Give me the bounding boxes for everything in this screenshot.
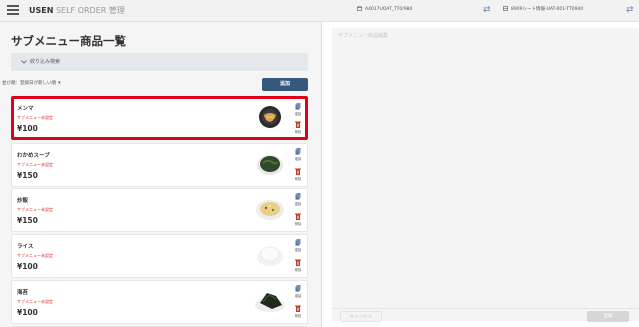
page-title: サブメニュー商品一覧 xyxy=(11,34,126,48)
copy-label: 複製 xyxy=(294,248,302,252)
add-button[interactable]: 追加 xyxy=(262,78,308,91)
rice-dish-image xyxy=(257,246,283,266)
item-status-tag: サブメニュー未設定 xyxy=(17,207,53,212)
list-item[interactable]: わかめスープ サブメニュー未設定 ¥150 複製 削除 xyxy=(11,143,308,187)
copy-action[interactable]: 複製 xyxy=(292,239,304,252)
register-button[interactable]: 登録 xyxy=(587,311,629,322)
copy-label: 複製 xyxy=(294,157,302,161)
delete-label: 削除 xyxy=(294,222,302,226)
swap-arrows-icon[interactable]: ⇄ xyxy=(626,5,634,15)
delete-label: 削除 xyxy=(294,268,302,272)
caret-down-icon: ▾ xyxy=(58,80,61,86)
trash-icon xyxy=(295,305,301,312)
trash-icon xyxy=(295,213,301,220)
item-name: メンマ xyxy=(17,106,34,112)
hamburger-menu-icon[interactable] xyxy=(7,5,19,15)
fried-rice-dish-image xyxy=(256,200,284,220)
copy-icon xyxy=(295,148,301,155)
store-label: A4017UOAT_TT0/980 xyxy=(365,7,413,12)
item-name: 炒飯 xyxy=(17,198,29,204)
copy-icon xyxy=(295,239,301,246)
delete-action[interactable]: 削除 xyxy=(292,121,304,134)
cancel-button[interactable]: キャンセル xyxy=(340,311,382,322)
filter-label-wrap: 絞り込み検索 xyxy=(21,58,60,65)
item-status-tag: サブメニュー未設定 xyxy=(17,299,53,304)
chevron-down-icon xyxy=(21,59,27,64)
trash-icon xyxy=(295,121,301,128)
copy-icon xyxy=(295,193,301,200)
swap-arrows-icon[interactable]: ⇄ xyxy=(483,5,491,15)
copy-action[interactable]: 複製 xyxy=(292,103,304,116)
item-name: 海苔 xyxy=(17,290,29,296)
item-name: ライス xyxy=(17,244,34,250)
seat-selector[interactable]: 8909シート情報-UAT-001-TT0940 xyxy=(503,6,583,14)
sort-value: 登録日が新しい順 xyxy=(20,81,56,86)
brand-bold: USEN xyxy=(29,6,54,15)
copy-action[interactable]: 複製 xyxy=(292,193,304,206)
edit-panel-footer: キャンセル 登録 xyxy=(332,308,639,322)
item-status-tag: サブメニュー未設定 xyxy=(17,115,53,120)
item-price: ¥150 xyxy=(17,216,38,225)
copy-label: 複製 xyxy=(294,112,302,116)
menma-dish-image xyxy=(259,106,281,128)
copy-label: 複製 xyxy=(294,294,302,298)
delete-label: 削除 xyxy=(294,314,302,318)
submenu-edit-panel: サブメニュー商品編集 キャンセル 登録 xyxy=(332,28,639,322)
list-item[interactable]: メンマ サブメニュー未設定 ¥100 複製 削除 xyxy=(11,96,308,140)
delete-label: 削除 xyxy=(294,130,302,134)
app-brand: USEN SELF ORDER 管理 xyxy=(29,5,125,17)
copy-action[interactable]: 複製 xyxy=(292,285,304,298)
item-price: ¥100 xyxy=(17,308,38,317)
brand-rest: SELF ORDER 管理 xyxy=(53,6,125,15)
seat-icon xyxy=(503,6,508,11)
sort-label: 並び順： xyxy=(2,81,20,86)
edit-panel-title: サブメニュー商品編集 xyxy=(338,33,389,39)
wakame-soup-dish-image xyxy=(257,155,283,175)
copy-action[interactable]: 複製 xyxy=(292,148,304,161)
copy-icon xyxy=(295,285,301,292)
sort-dropdown[interactable]: 並び順：登録日が新しい順 ▾ xyxy=(2,80,61,86)
delete-action[interactable]: 削除 xyxy=(292,168,304,181)
store-selector[interactable]: A4017UOAT_TT0/980 xyxy=(356,5,413,14)
trash-icon xyxy=(295,168,301,175)
item-price: ¥150 xyxy=(17,171,38,180)
list-item[interactable]: 炒飯 サブメニュー未設定 ¥150 複製 削除 xyxy=(11,188,308,232)
nori-dish-image xyxy=(255,293,285,312)
filter-accordion[interactable]: 絞り込み検索 xyxy=(11,53,308,71)
item-status-tag: サブメニュー未設定 xyxy=(17,162,53,167)
store-icon xyxy=(356,5,363,11)
delete-action[interactable]: 削除 xyxy=(292,213,304,226)
filter-label: 絞り込み検索 xyxy=(30,59,61,65)
item-price: ¥100 xyxy=(17,124,38,133)
copy-label: 複製 xyxy=(294,202,302,206)
copy-icon xyxy=(295,103,301,110)
item-status-tag: サブメニュー未設定 xyxy=(17,253,53,258)
delete-action[interactable]: 削除 xyxy=(292,259,304,272)
item-price: ¥100 xyxy=(17,262,38,271)
delete-action[interactable]: 削除 xyxy=(292,305,304,318)
trash-icon xyxy=(295,259,301,266)
list-item[interactable]: ライス サブメニュー未設定 ¥100 複製 削除 xyxy=(11,234,308,278)
delete-label: 削除 xyxy=(294,177,302,181)
submenu-list-panel: サブメニュー商品一覧 絞り込み検索 並び順：登録日が新しい順 ▾ 追加 メンマ サ… xyxy=(0,22,322,327)
list-item[interactable]: 海苔 サブメニュー未設定 ¥100 複製 削除 xyxy=(11,280,308,324)
top-header: USEN SELF ORDER 管理 A4017UOAT_TT0/980 ⇄ 8… xyxy=(0,0,639,22)
item-name: わかめスープ xyxy=(17,153,50,159)
seat-label: 8909シート情報-UAT-001-TT0940 xyxy=(511,7,584,12)
